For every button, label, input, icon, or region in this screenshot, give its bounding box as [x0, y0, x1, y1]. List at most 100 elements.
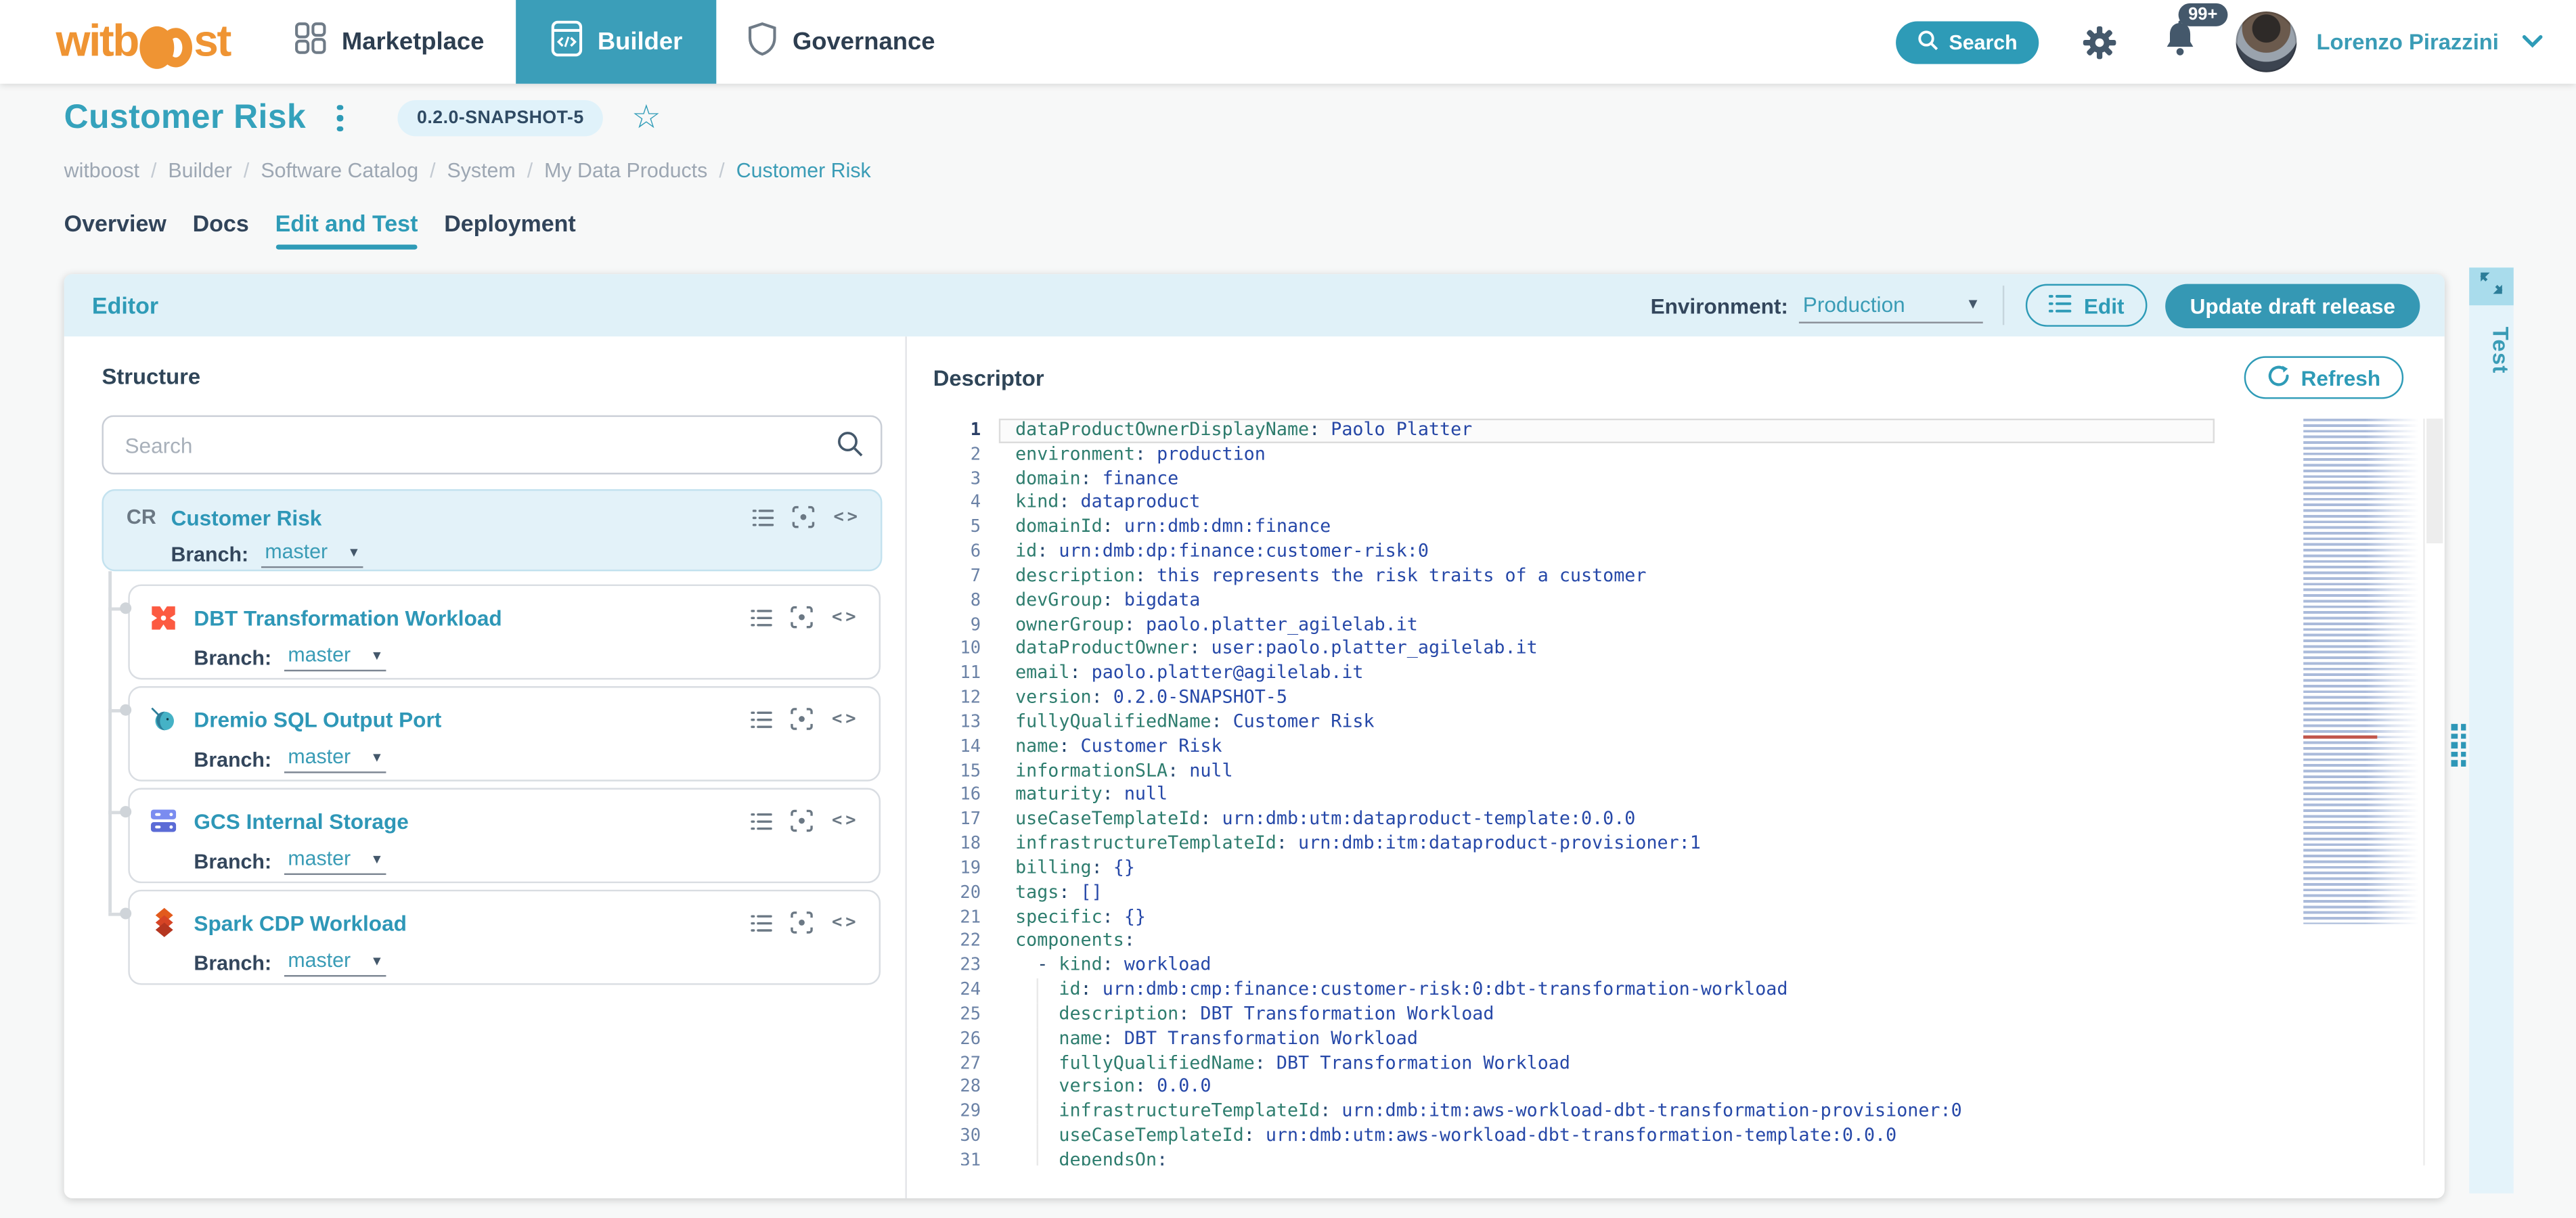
breadcrumb-item[interactable]: Customer Risk — [736, 159, 871, 182]
code-line[interactable]: 31 dependsOn: — [933, 1148, 2420, 1166]
code-line[interactable]: 18 infrastructureTemplateId: urn:dmb:itm… — [933, 832, 2420, 857]
code-line[interactable]: 26 name: DBT Transformation Workload — [933, 1027, 2420, 1052]
code-line[interactable]: 22 components: — [933, 930, 2420, 954]
branch-select[interactable]: master ▼ — [284, 644, 387, 672]
focus-target-icon[interactable] — [791, 809, 814, 832]
code-line[interactable]: 11 email: paolo.platter@agilelab.it — [933, 662, 2420, 686]
code-line[interactable]: 2 environment: production — [933, 443, 2420, 468]
scrollbar-thumb[interactable] — [2426, 418, 2443, 543]
focus-target-icon[interactable] — [791, 606, 814, 629]
code-line[interactable]: 9 ownerGroup: paolo.platter_agilelab.it — [933, 613, 2420, 637]
branch-select[interactable]: master ▼ — [261, 540, 364, 568]
edit-button[interactable]: Edit — [2026, 284, 2148, 327]
focus-target-icon[interactable] — [791, 911, 814, 934]
list-icon[interactable] — [753, 508, 775, 526]
code-line[interactable]: 24 id: urn:dmb:cmp:finance:customer-risk… — [933, 978, 2420, 1003]
settings-gear-icon[interactable] — [2081, 24, 2117, 60]
kebab-menu-icon[interactable] — [332, 99, 348, 137]
code-icon[interactable]: <> — [833, 508, 860, 527]
code-line[interactable]: 15 informationSLA: null — [933, 759, 2420, 784]
refresh-button[interactable]: Refresh — [2243, 356, 2404, 399]
code-line[interactable]: 7 description: this represents the risk … — [933, 564, 2420, 589]
user-avatar[interactable] — [2236, 11, 2297, 72]
focus-target-icon[interactable] — [793, 505, 816, 528]
witboost-logo[interactable]: witb st — [56, 19, 231, 68]
component-name[interactable]: DBT Transformation Workload — [194, 605, 502, 629]
focus-target-icon[interactable] — [791, 708, 814, 731]
tab-overview[interactable]: Overview — [64, 210, 166, 246]
code-line[interactable]: 12 version: 0.2.0-SNAPSHOT-5 — [933, 686, 2420, 710]
component-name[interactable]: GCS Internal Storage — [194, 809, 408, 833]
component-card[interactable]: Spark CDP Workload <> Branch: master ▼ — [128, 889, 881, 985]
line-number: 11 — [960, 663, 981, 683]
component-card[interactable]: Dremio SQL Output Port <> Branch: master… — [128, 686, 881, 782]
tab-docs[interactable]: Docs — [193, 210, 249, 246]
code-line[interactable]: 3 domain: finance — [933, 468, 2420, 492]
panel-drag-handle[interactable] — [2451, 723, 2466, 766]
environment-select[interactable]: Production ▼ — [1799, 288, 1984, 323]
component-name[interactable]: Customer Risk — [171, 505, 322, 529]
code-text: version: 0.0.0 — [1059, 1075, 1212, 1098]
code-line[interactable]: 6 id: urn:dmb:dp:finance:customer-risk:0 — [933, 540, 2420, 564]
test-side-panel[interactable]: Test — [2469, 267, 2513, 1194]
yaml-code-editor[interactable]: 1 dataProductOwnerDisplayName: Paolo Pla… — [933, 418, 2420, 1166]
nav-item-builder[interactable]: Builder — [515, 0, 717, 84]
global-search-button[interactable]: Search — [1896, 20, 2039, 64]
breadcrumb-item[interactable]: System — [447, 159, 516, 182]
code-line[interactable]: 29 infrastructureTemplateId: urn:dmb:itm… — [933, 1100, 2420, 1125]
breadcrumb-item[interactable]: Builder — [168, 159, 231, 182]
code-line[interactable]: 8 devGroup: bigdata — [933, 589, 2420, 613]
root-component-card[interactable]: CR Customer Risk <> Branch: master ▼ — [102, 489, 883, 572]
breadcrumb-item[interactable]: Software Catalog — [261, 159, 418, 182]
code-line[interactable]: 10 dataProductOwner: user:paolo.platter_… — [933, 637, 2420, 662]
nav-item-marketplace[interactable]: Marketplace — [273, 0, 506, 84]
code-icon[interactable]: <> — [832, 811, 859, 830]
branch-select[interactable]: master ▼ — [284, 847, 387, 876]
code-text: domainId: urn:dmb:dmn:finance — [1015, 516, 1331, 538]
tab-edit-and-test[interactable]: Edit and Test — [275, 210, 418, 250]
code-line[interactable]: 30 useCaseTemplateId: urn:dmb:utm:aws-wo… — [933, 1124, 2420, 1149]
code-line[interactable]: 20 tags: [] — [933, 881, 2420, 905]
component-name[interactable]: Spark CDP Workload — [194, 910, 406, 934]
code-line[interactable]: 1 dataProductOwnerDisplayName: Paolo Pla… — [933, 418, 2420, 443]
code-line[interactable]: 28 version: 0.0.0 — [933, 1075, 2420, 1100]
breadcrumb-item[interactable]: witboost — [64, 159, 139, 182]
editor-scrollbar[interactable] — [2423, 418, 2443, 1166]
list-icon[interactable] — [751, 812, 773, 830]
code-line[interactable]: 14 name: Customer Risk — [933, 735, 2420, 759]
code-line[interactable]: 4 kind: dataproduct — [933, 492, 2420, 516]
code-line[interactable]: 19 billing: {} — [933, 857, 2420, 881]
branch-select[interactable]: master ▼ — [284, 745, 387, 773]
component-card[interactable]: GCS Internal Storage <> Branch: master ▼ — [128, 788, 881, 884]
code-line[interactable]: 16 maturity: null — [933, 784, 2420, 808]
code-line[interactable]: 13 fullyQualifiedName: Customer Risk — [933, 710, 2420, 735]
list-icon[interactable] — [751, 914, 773, 932]
editor-card: Editor Environment: Production ▼ Edit Up… — [64, 274, 2445, 1198]
chevron-down-icon[interactable] — [2522, 35, 2544, 49]
list-icon[interactable] — [751, 608, 773, 627]
tab-deployment[interactable]: Deployment — [444, 210, 575, 246]
test-tab-label[interactable]: Test — [2469, 290, 2512, 374]
code-line[interactable]: 5 domainId: urn:dmb:dmn:finance — [933, 516, 2420, 540]
code-icon[interactable]: <> — [832, 608, 859, 627]
code-text: infrastructureTemplateId: urn:dmb:itm:aw… — [1059, 1100, 1962, 1122]
star-favorite-icon[interactable]: ☆ — [631, 102, 661, 135]
code-line[interactable]: 25 description: DBT Transformation Workl… — [933, 1002, 2420, 1027]
component-card[interactable]: DBT Transformation Workload <> Branch: m… — [128, 584, 881, 680]
component-name[interactable]: Dremio SQL Output Port — [194, 706, 441, 731]
notifications-bell[interactable]: 99+ — [2164, 2, 2227, 65]
code-line[interactable]: 21 specific: {} — [933, 905, 2420, 930]
code-line[interactable]: 27 fullyQualifiedName: DBT Transformatio… — [933, 1051, 2420, 1076]
editor-minimap[interactable] — [2303, 418, 2424, 924]
structure-search-input[interactable] — [102, 415, 883, 475]
branch-select[interactable]: master ▼ — [284, 949, 387, 977]
code-line[interactable]: 17 useCaseTemplateId: urn:dmb:utm:datapr… — [933, 808, 2420, 832]
user-name[interactable]: Lorenzo Pirazzini — [2316, 30, 2498, 54]
nav-item-governance[interactable]: Governance — [727, 0, 956, 84]
update-draft-release-button[interactable]: Update draft release — [2165, 283, 2420, 328]
code-line[interactable]: 23 - kind: workload — [933, 954, 2420, 978]
list-icon[interactable] — [751, 710, 773, 728]
breadcrumb-item[interactable]: My Data Products — [544, 159, 707, 182]
code-icon[interactable]: <> — [832, 709, 859, 729]
code-icon[interactable]: <> — [832, 913, 859, 932]
